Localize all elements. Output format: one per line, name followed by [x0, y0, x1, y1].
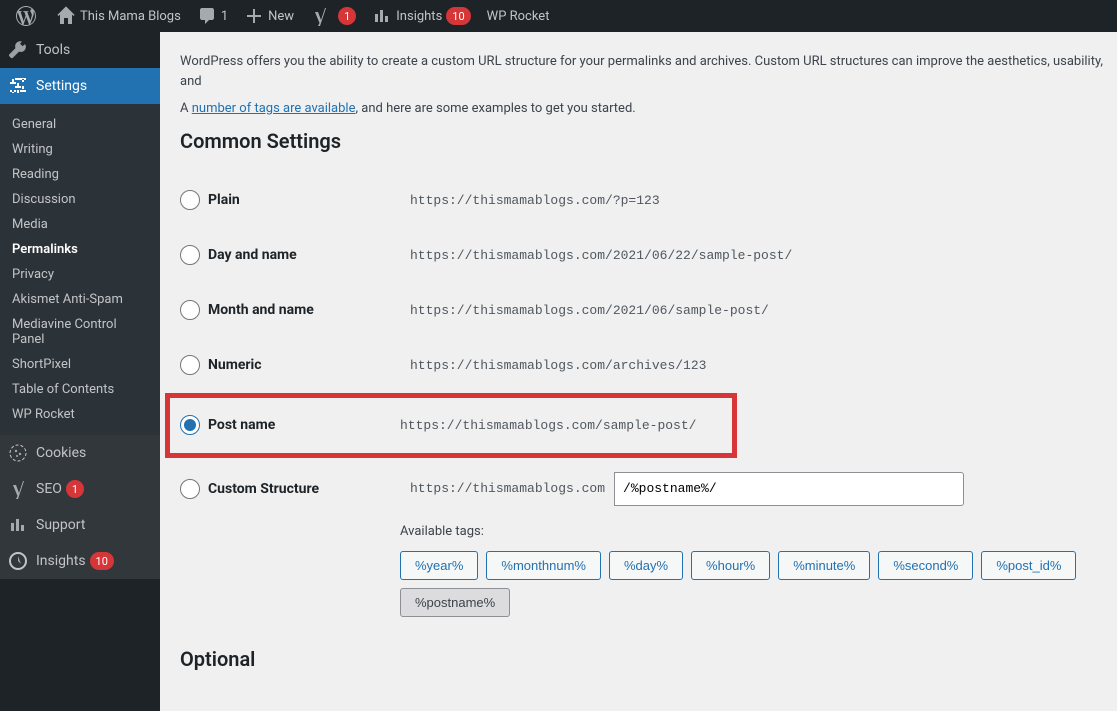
permalink-url-4: https://thismamablogs.com/sample-post/: [390, 412, 706, 439]
intro-paragraph-2: A number of tags are available, and here…: [180, 99, 1117, 119]
settings-submenu: GeneralWritingReadingDiscussionMediaPerm…: [0, 104, 160, 435]
cookie-icon: [8, 443, 28, 463]
menu-settings-label: Settings: [36, 78, 87, 94]
settings-sub-privacy[interactable]: Privacy: [0, 262, 160, 287]
menu-support-label: Support: [36, 517, 85, 533]
menu-support[interactable]: Support: [0, 507, 160, 543]
tag-postname[interactable]: %postname%: [400, 588, 510, 617]
yoast-icon: [310, 6, 330, 26]
insights-icon: [8, 551, 28, 571]
permalink-option-row: Plain https://thismamablogs.com/?p=123: [180, 173, 1117, 228]
permalink-url-1: https://thismamablogs.com/2021/06/22/sam…: [400, 242, 802, 269]
settings-sub-akismet-anti-spam[interactable]: Akismet Anti-Spam: [0, 287, 160, 312]
menu-insights-count-badge: 10: [90, 552, 114, 570]
admin-toolbar: This Mama Blogs 1 New 1 Insights 10 WP Ro…: [0, 0, 1117, 32]
yoast-small-icon: [8, 479, 28, 499]
insights-link[interactable]: Insights 10: [364, 0, 478, 32]
settings-sub-shortpixel[interactable]: ShortPixel: [0, 352, 160, 377]
comments-count: 1: [221, 9, 228, 24]
permalink-label-0: Plain: [208, 192, 240, 208]
common-settings-heading: Common Settings: [180, 129, 1117, 153]
site-name-link[interactable]: This Mama Blogs: [48, 0, 189, 32]
menu-seo[interactable]: SEO1: [0, 471, 160, 507]
permalink-option-row: Day and name https://thismamablogs.com/20…: [180, 228, 1117, 283]
tag-day[interactable]: %day%: [609, 551, 683, 580]
permalink-url-3: https://thismamablogs.com/archives/123: [400, 352, 716, 379]
wrench-icon: [8, 40, 28, 60]
settings-sub-discussion[interactable]: Discussion: [0, 187, 160, 212]
permalink-label-1: Day and name: [208, 247, 297, 263]
custom-structure-row: Custom Structure https://thismamablogs.c…: [180, 458, 1117, 520]
seo-count-badge: 1: [66, 480, 84, 498]
sliders-icon: [8, 76, 28, 96]
permalink-radio-2[interactable]: [180, 300, 200, 320]
permalink-label-2: Month and name: [208, 302, 314, 318]
comments-link[interactable]: 1: [189, 0, 236, 32]
menu-seo-label: SEO: [36, 481, 62, 497]
settings-sub-permalinks[interactable]: Permalinks: [0, 237, 160, 262]
site-name-text: This Mama Blogs: [80, 9, 181, 24]
tags-container: %year% %monthnum% %day% %hour% %minute% %seco…: [400, 551, 1117, 617]
intro-text-a: WordPress offers you the ability to crea…: [180, 54, 1103, 89]
wprocket-link[interactable]: WP Rocket: [479, 0, 558, 32]
menu-cookies-label: Cookies: [36, 445, 86, 461]
permalink-radio-0[interactable]: [180, 190, 200, 210]
new-label: New: [268, 9, 294, 24]
menu-tools-label: Tools: [36, 42, 70, 58]
permalink-option-row: Post name https://thismamablogs.com/sampl…: [165, 393, 737, 458]
settings-sub-general[interactable]: General: [0, 112, 160, 137]
permalink-label-4: Post name: [208, 417, 275, 433]
yoast-link[interactable]: 1: [302, 0, 364, 32]
tag-year[interactable]: %year%: [400, 551, 478, 580]
menu-cookies[interactable]: Cookies: [0, 435, 160, 471]
support-icon: [8, 515, 28, 535]
permalink-url-0: https://thismamablogs.com/?p=123: [400, 187, 670, 214]
tag-hour[interactable]: %hour%: [691, 551, 770, 580]
home-icon: [56, 6, 76, 26]
settings-sub-writing[interactable]: Writing: [0, 137, 160, 162]
new-content-link[interactable]: New: [236, 0, 302, 32]
settings-sub-media[interactable]: Media: [0, 212, 160, 237]
yoast-count-badge: 1: [338, 7, 356, 25]
permalink-radio-4[interactable]: [180, 415, 200, 435]
custom-structure-label: Custom Structure: [208, 481, 319, 497]
tags-available-link[interactable]: number of tags are available: [192, 101, 356, 116]
menu-insights[interactable]: Insights10: [0, 543, 160, 579]
custom-base-url: https://thismamablogs.com: [400, 473, 615, 504]
intro-paragraph-1: WordPress offers you the ability to crea…: [180, 52, 1117, 91]
custom-structure-radio[interactable]: [180, 479, 200, 499]
settings-sub-mediavine-control-panel[interactable]: Mediavine Control Panel: [0, 312, 160, 352]
insights-label: Insights: [396, 9, 442, 24]
settings-sub-reading[interactable]: Reading: [0, 162, 160, 187]
available-tags-label: Available tags:: [400, 524, 1117, 539]
chart-icon: [372, 6, 392, 26]
permalink-radio-1[interactable]: [180, 245, 200, 265]
settings-sub-wp-rocket[interactable]: WP Rocket: [0, 402, 160, 427]
menu-insights-label: Insights: [36, 553, 86, 569]
wprocket-label: WP Rocket: [487, 9, 550, 24]
plus-icon: [244, 6, 264, 26]
intro-text-c: , and here are some examples to get you …: [355, 101, 635, 116]
menu-tools[interactable]: Tools: [0, 32, 160, 68]
comment-icon: [197, 6, 217, 26]
permalink-radio-3[interactable]: [180, 355, 200, 375]
optional-heading: Optional: [180, 647, 1117, 671]
tag-second[interactable]: %second%: [878, 551, 973, 580]
wordpress-icon: [16, 6, 36, 26]
permalink-option-row: Numeric https://thismamablogs.com/archive…: [180, 338, 1117, 393]
tag-post_id[interactable]: %post_id%: [981, 551, 1076, 580]
settings-sub-table-of-contents[interactable]: Table of Contents: [0, 377, 160, 402]
menu-settings[interactable]: Settings: [0, 68, 160, 104]
custom-structure-input[interactable]: [614, 472, 964, 506]
insights-count-badge: 10: [446, 7, 470, 25]
wp-logo[interactable]: [8, 0, 48, 32]
tag-monthnum[interactable]: %monthnum%: [486, 551, 601, 580]
permalink-option-row: Month and name https://thismamablogs.com/…: [180, 283, 1117, 338]
permalink-url-2: https://thismamablogs.com/2021/06/sample…: [400, 297, 779, 324]
permalink-label-3: Numeric: [208, 357, 262, 373]
tag-minute[interactable]: %minute%: [778, 551, 870, 580]
intro-text-b: A: [180, 101, 192, 116]
